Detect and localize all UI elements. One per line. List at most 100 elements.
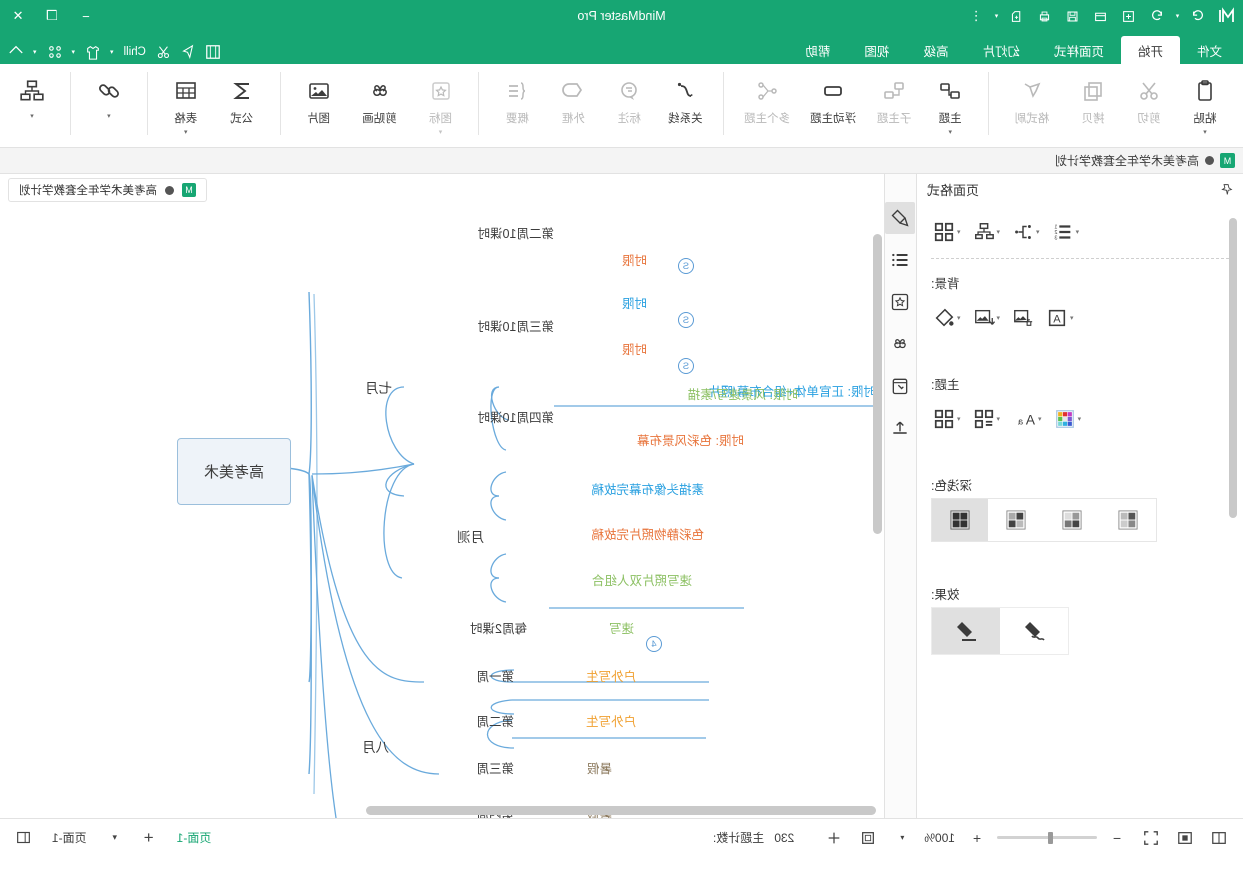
export-icon[interactable] <box>1004 3 1030 29</box>
branch-monthly-test[interactable]: 月测 <box>457 526 484 546</box>
tab-slide[interactable]: 幻灯片 <box>965 36 1037 64</box>
background-image-insert-button[interactable]: ▾ <box>971 304 1003 332</box>
table-caret-icon[interactable]: ▾ <box>184 128 188 136</box>
pin-icon[interactable] <box>1220 183 1233 196</box>
add-page-button[interactable]: + <box>137 826 161 850</box>
node-aug-week2[interactable]: 第二周 <box>476 711 514 730</box>
scissors-icon[interactable] <box>155 44 171 60</box>
rail-clipboard-list-button[interactable] <box>886 370 916 402</box>
shirt-icon[interactable] <box>85 44 101 60</box>
rail-brush-button[interactable] <box>885 202 916 234</box>
branch-weekly-2periods[interactable]: 每周2课时 <box>470 618 527 637</box>
maximize-icon[interactable]: ❐ <box>42 8 62 24</box>
frame-icon[interactable] <box>205 44 221 60</box>
panel-structure-button[interactable]: ▾ <box>971 218 1003 246</box>
qat-more-icon[interactable]: ⋮ <box>963 3 989 29</box>
theme-layout-button[interactable]: ▾ <box>971 405 1003 433</box>
table-button[interactable]: 表格 ▾ <box>158 70 214 138</box>
node-week3-item1[interactable]: 时限 <box>622 293 647 312</box>
undo-icon[interactable] <box>1144 3 1170 29</box>
fit-icon[interactable] <box>856 826 880 850</box>
branch-july[interactable]: 七月 <box>365 377 392 397</box>
boundary-button[interactable]: 外框 <box>545 70 601 138</box>
node-aug-week1[interactable]: 第一周 <box>476 666 514 685</box>
shirt-caret-icon[interactable]: ▾ <box>72 48 76 56</box>
fullscreen-icon[interactable] <box>1139 826 1163 850</box>
skin-caret-icon[interactable]: ▾ <box>110 48 114 56</box>
save-icon[interactable] <box>1060 3 1086 29</box>
zoom-track[interactable] <box>997 832 1097 844</box>
summary-button[interactable]: 概要 <box>489 70 545 138</box>
node-aug-week1-value[interactable]: 户外写生 <box>586 666 636 685</box>
tab-page-style[interactable]: 页面样式 <box>1037 36 1121 64</box>
mindmap-canvas[interactable]: 高考美术 七月 第二周10课时 第三周10课时 第四周10课时 时限: 正官单体… <box>0 174 884 818</box>
badge-week2-item2[interactable]: S <box>678 258 694 274</box>
home-icon[interactable] <box>8 44 24 60</box>
image-button[interactable]: 图片 <box>291 70 347 138</box>
qat-caret-icon[interactable]: ▾ <box>991 3 1002 29</box>
minimize-icon[interactable]: − <box>76 9 96 24</box>
node-monthly-item2[interactable]: 色彩静物照片完故稿 <box>591 524 704 543</box>
structure-caret-icon[interactable]: ▾ <box>30 112 34 120</box>
shade-option-4[interactable] <box>932 499 988 541</box>
paste-button[interactable]: 粘贴 ▾ <box>1177 70 1233 138</box>
node-week2-item2[interactable]: 时限 <box>622 250 647 269</box>
open-icon[interactable] <box>1088 3 1114 29</box>
badge-sketch[interactable]: 4 <box>646 636 662 652</box>
theme-font-style-button[interactable]: ▾ Aa <box>1010 405 1044 433</box>
topic-button[interactable]: 主题 ▾ <box>922 70 978 138</box>
canvas-vertical-scrollbar[interactable] <box>873 234 882 534</box>
page-tab-secondary[interactable]: 页面-1 <box>46 827 93 848</box>
panel-layout-grid-button[interactable]: ▾ <box>931 218 963 246</box>
close-icon[interactable]: ✕ <box>8 8 28 24</box>
panel-branch-button[interactable]: ▾ <box>1010 218 1042 246</box>
shade-option-3[interactable] <box>988 499 1044 541</box>
link-button[interactable]: ▾ <box>81 70 137 138</box>
tab-file[interactable]: 文件 <box>1180 36 1239 64</box>
node-aug-week3-value[interactable]: 暑假 <box>587 758 612 777</box>
node-week4-item2[interactable]: 时限: 色彩风景布幕 <box>637 430 744 449</box>
node-week3[interactable]: 第三周10课时 <box>478 316 554 335</box>
tab-help[interactable]: 帮助 <box>788 36 847 64</box>
new-icon[interactable] <box>1116 3 1142 29</box>
page-tab-active[interactable]: 页面-1 <box>171 827 218 848</box>
subtopic-button[interactable]: 子主题 <box>866 70 922 138</box>
callout-button[interactable]: 标注 <box>601 70 657 138</box>
topic-caret-icon[interactable]: ▾ <box>948 128 952 136</box>
format-painter-button[interactable]: 格式刷 <box>999 70 1065 138</box>
sticker-caret-icon[interactable]: ▾ <box>439 128 443 136</box>
multi-topic-button[interactable]: 多个主题 <box>734 70 800 138</box>
floating-topic-button[interactable]: 浮动主题 <box>800 70 866 138</box>
node-week3-item2[interactable]: 时限 <box>622 339 647 358</box>
redo-caret-icon[interactable]: ▾ <box>1172 3 1183 29</box>
cursor-icon[interactable] <box>180 44 196 60</box>
print-icon[interactable] <box>1032 3 1058 29</box>
shade-option-2[interactable] <box>1044 499 1100 541</box>
node-aug-week2-value[interactable]: 户外写生 <box>586 711 636 730</box>
skin-label[interactable]: Chill <box>124 46 146 58</box>
effect-straight-line[interactable] <box>932 608 1000 654</box>
background-image-delete-button[interactable] <box>1010 304 1036 332</box>
node-aug-week3[interactable]: 第三周 <box>476 758 514 777</box>
rail-sticker-button[interactable] <box>886 286 916 318</box>
shade-option-1[interactable] <box>1100 499 1156 541</box>
document-tab[interactable]: M 高考美术学年全套教学计划 <box>1055 152 1243 169</box>
copy-button[interactable]: 拷贝 <box>1065 70 1121 138</box>
node-week4-item1[interactable]: 时限: 风景速写/素描 <box>688 384 798 403</box>
tab-advanced[interactable]: 高级 <box>906 36 965 64</box>
grid-caret-icon[interactable]: ▾ <box>33 48 37 56</box>
zoom-in-button[interactable]: + <box>965 826 989 850</box>
tab-view[interactable]: 视图 <box>847 36 906 64</box>
split-view-icon[interactable] <box>1207 826 1231 850</box>
branch-august[interactable]: 八月 <box>362 736 389 756</box>
node-sketch[interactable]: 速写 <box>609 618 634 637</box>
zoom-caret-icon[interactable]: ▾ <box>890 826 914 850</box>
center-icon[interactable] <box>1173 826 1197 850</box>
clipart-button[interactable]: 剪贴画 <box>347 70 413 138</box>
node-week4[interactable]: 第四周10课时 <box>478 407 554 426</box>
zoom-slider[interactable]: − + <box>965 826 1129 850</box>
zoom-out-button[interactable]: − <box>1105 826 1129 850</box>
zoom-thumb[interactable] <box>1048 832 1053 844</box>
formula-button[interactable]: 公式 <box>214 70 270 138</box>
cut-button[interactable]: 剪切 <box>1121 70 1177 138</box>
